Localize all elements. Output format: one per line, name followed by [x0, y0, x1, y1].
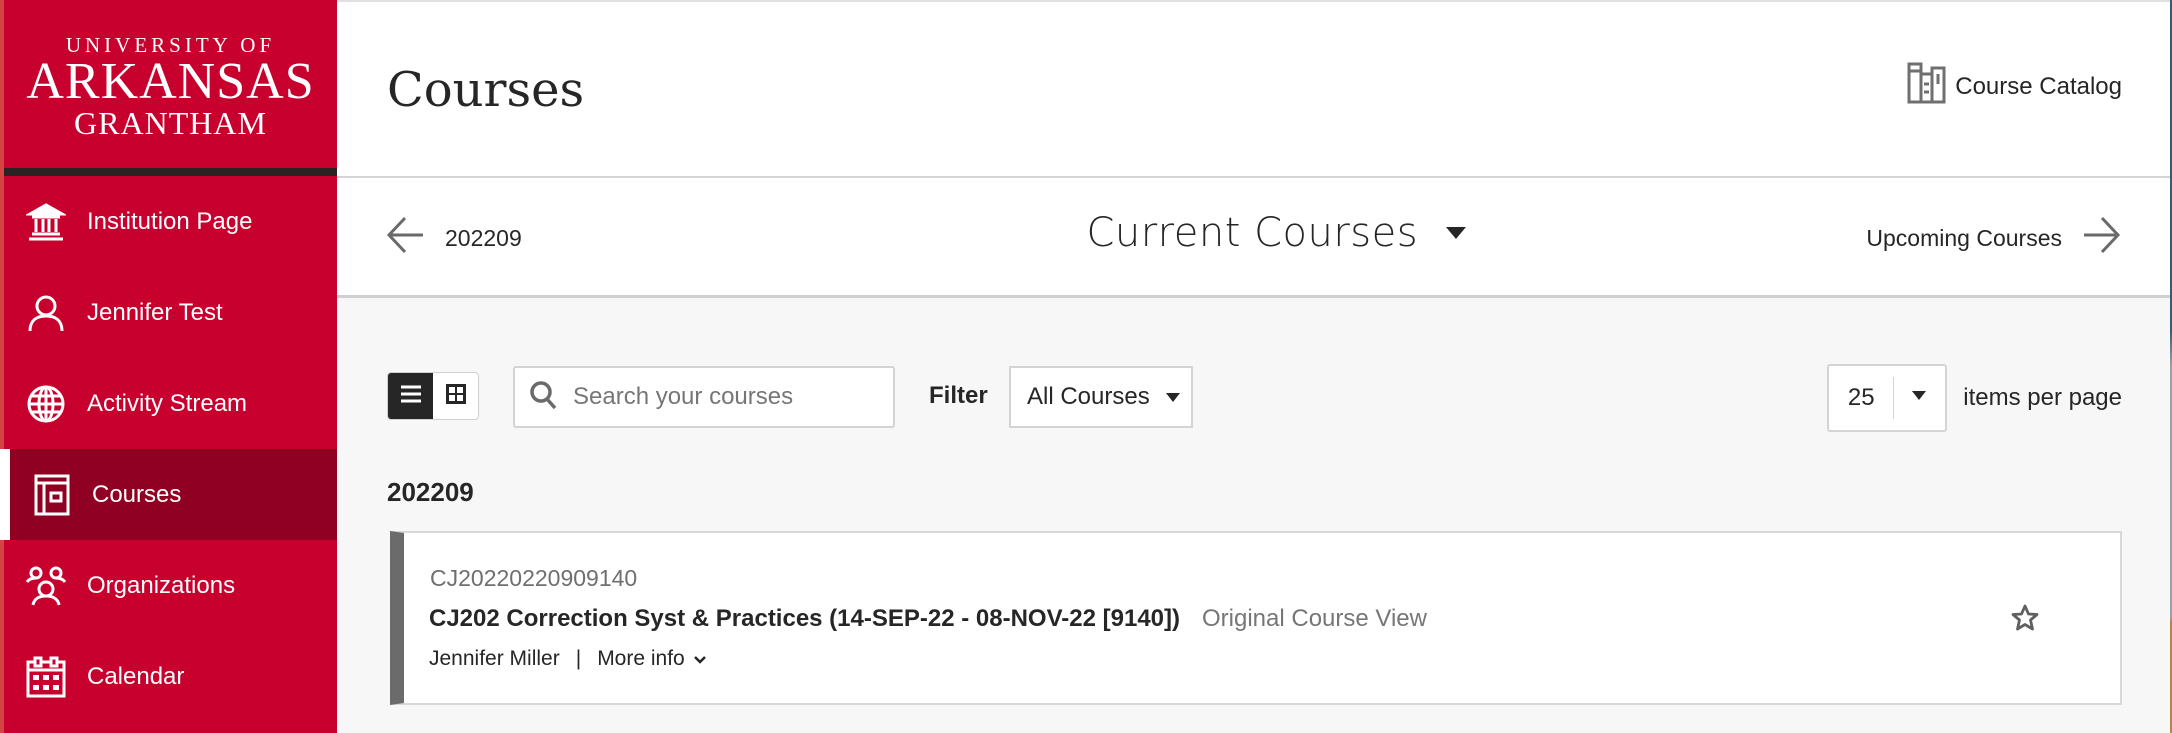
grid-view-button[interactable]	[433, 373, 478, 419]
sidebar-item-label: Jennifer Test	[87, 298, 223, 326]
course-meta: Jennifer Miller | More info	[429, 647, 707, 671]
course-catalog-label: Course Catalog	[1955, 72, 2122, 100]
filter-dropdown[interactable]: All Courses	[1009, 366, 1193, 428]
course-search	[513, 366, 895, 428]
caret-down-icon	[1165, 392, 1180, 402]
university-logo[interactable]: UNIVERSITY OF ARKANSAS GRANTHAM	[4, 0, 337, 176]
sidebar-nav: Institution Page Jennifer Test Activity …	[0, 176, 337, 722]
course-catalog-link[interactable]: Course Catalog	[1907, 62, 2122, 111]
search-icon	[529, 380, 557, 415]
globe-icon	[24, 382, 68, 426]
previous-term-label: 202209	[445, 224, 522, 251]
items-per-page-value: 25	[1847, 384, 1875, 411]
list-view-button[interactable]	[388, 373, 433, 419]
logo-line-3: GRANTHAM	[74, 105, 267, 141]
list-icon	[400, 384, 422, 409]
arrow-right-icon	[2082, 214, 2122, 262]
view-toggle	[387, 372, 479, 420]
sidebar-item-label: Institution Page	[87, 207, 253, 235]
sidebar-item-calendar[interactable]: Calendar	[4, 631, 337, 722]
sidebar-item-label: Activity Stream	[87, 389, 248, 417]
sidebar-item-courses[interactable]: Courses	[0, 449, 337, 540]
items-per-page-label: items per page	[1963, 384, 2122, 411]
grid-icon	[445, 383, 466, 409]
caret-down-icon	[1446, 227, 1467, 239]
course-card[interactable]: CJ20220220909140 CJ202 Correction Syst &…	[390, 531, 2122, 705]
filter-label: Filter	[929, 382, 988, 409]
filter-value: All Courses	[1027, 383, 1150, 410]
sidebar: UNIVERSITY OF ARKANSAS GRANTHAM Institut…	[0, 0, 337, 733]
main-content: Courses Course Catalog 202209 Current Co…	[337, 0, 2170, 733]
books-icon	[1907, 62, 1947, 111]
term-dropdown[interactable]: Current Courses	[1086, 210, 1467, 256]
items-per-page: 25 items per page	[1827, 364, 2122, 432]
separator: |	[575, 647, 582, 670]
calendar-icon	[24, 655, 68, 699]
sidebar-item-institution-page[interactable]: Institution Page	[4, 176, 337, 267]
course-title-row: CJ202 Correction Syst & Practices (14-SE…	[429, 605, 1427, 633]
user-icon	[24, 291, 68, 335]
next-term-label: Upcoming Courses	[1866, 224, 2062, 251]
chevron-down-icon	[693, 647, 707, 671]
term-heading: 202209	[387, 477, 474, 507]
page-header: Courses Course Catalog	[337, 0, 2170, 178]
arrow-left-icon	[385, 214, 425, 262]
institution-icon	[24, 200, 68, 244]
current-term-label: Current Courses	[1086, 210, 1419, 256]
next-term-button[interactable]: Upcoming Courses	[1866, 214, 2122, 262]
instructor-name: Jennifer Miller	[429, 647, 560, 670]
course-view-type: Original Course View	[1202, 605, 1427, 632]
sidebar-item-label: Calendar	[87, 662, 185, 690]
more-info-label: More info	[597, 647, 685, 670]
sidebar-item-organizations[interactable]: Organizations	[4, 540, 337, 631]
sidebar-item-label: Organizations	[87, 571, 236, 599]
previous-term-button[interactable]: 202209	[385, 214, 522, 262]
term-navigation: 202209 Current Courses Upcoming Courses	[337, 178, 2170, 298]
course-id: CJ20220220909140	[430, 565, 638, 591]
divider	[1893, 377, 1895, 419]
search-input[interactable]	[573, 383, 873, 411]
favorite-star-icon[interactable]	[2010, 603, 2040, 633]
sidebar-item-activity-stream[interactable]: Activity Stream	[4, 358, 337, 449]
organizations-icon	[24, 564, 68, 608]
sidebar-item-profile[interactable]: Jennifer Test	[4, 267, 337, 358]
logo-line-2: ARKANSAS	[26, 53, 315, 110]
course-title-link[interactable]: CJ202 Correction Syst & Practices (14-SE…	[429, 605, 1180, 633]
more-info-toggle[interactable]: More info	[597, 647, 707, 671]
caret-down-icon	[1912, 390, 1927, 400]
items-per-page-dropdown[interactable]: 25	[1827, 364, 1948, 432]
courses-icon	[30, 473, 74, 517]
page-title: Courses	[387, 62, 585, 118]
sidebar-item-label: Courses	[92, 480, 182, 508]
course-toolbar: Filter All Courses 25 items per page	[387, 362, 2122, 432]
